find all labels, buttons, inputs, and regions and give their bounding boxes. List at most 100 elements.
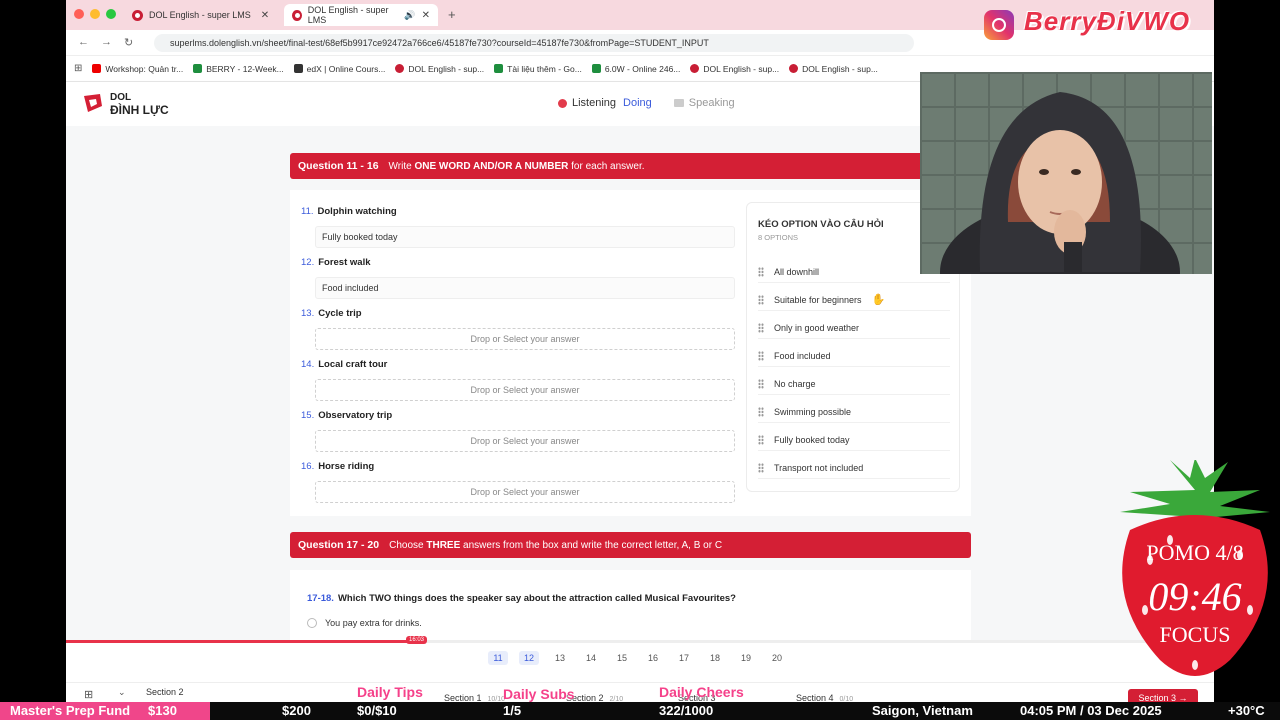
url-text: superlms.dolenglish.vn/sheet/final-test/… bbox=[170, 38, 709, 48]
weather-text: +30°C bbox=[1228, 703, 1265, 718]
progress-fill bbox=[66, 640, 411, 643]
nav-q16[interactable]: 16 bbox=[643, 651, 663, 665]
fund-label: Master's Prep Fund bbox=[10, 703, 131, 718]
nav-q13[interactable]: 13 bbox=[550, 651, 570, 665]
daily-tips-label: Daily Tips bbox=[357, 684, 423, 700]
dol-logo-text[interactable]: DOL ĐÌNH LỰC bbox=[110, 92, 169, 116]
grid-icon[interactable]: ⊞ bbox=[84, 688, 93, 701]
question-12: 12. Forest walk Food included bbox=[301, 257, 735, 299]
speaker-icon[interactable]: 🔊 bbox=[404, 10, 415, 21]
option-item[interactable]: Suitable for beginners ✋ bbox=[758, 289, 950, 311]
option-item[interactable]: Only in good weather bbox=[758, 317, 950, 339]
answer-slot-14[interactable]: Drop or Select your answer bbox=[315, 379, 735, 401]
url-input[interactable]: superlms.dolenglish.vn/sheet/final-test/… bbox=[154, 34, 914, 52]
stream-ticker: Master's Prep Fund $130 $200 $0/$10 1/5 … bbox=[0, 702, 1280, 720]
bookmark-8[interactable]: DOL English - sup... bbox=[789, 64, 878, 74]
nav-q18[interactable]: 18 bbox=[705, 651, 725, 665]
mode-listening[interactable]: Listening Doing bbox=[558, 97, 652, 109]
daily-subs-value: 1/5 bbox=[503, 703, 522, 718]
question-14: 14. Local craft tour Drop or Select your … bbox=[301, 359, 735, 401]
chat-bubble-icon bbox=[673, 99, 684, 107]
webcam-feed bbox=[920, 72, 1212, 274]
section-title: Question 17 - 20 bbox=[298, 539, 380, 551]
record-dot-icon bbox=[558, 98, 567, 108]
pomodoro-strawberry-widget: POMO 4/8 09:46 FOCUS bbox=[1120, 460, 1270, 676]
question-16: 16. Horse riding Drop or Select your answ… bbox=[301, 461, 735, 503]
question-nav: 11 12 13 14 15 16 17 18 19 20 bbox=[488, 651, 787, 665]
nav-q11[interactable]: 11 bbox=[488, 651, 508, 665]
section-header-11-16: Question 11 - 16 Write ONE WORD AND/OR A… bbox=[290, 153, 971, 179]
drag-handle-icon bbox=[758, 378, 764, 389]
nav-q12[interactable]: 12 bbox=[519, 651, 539, 665]
logo-line2: ĐÌNH LỰC bbox=[110, 103, 169, 117]
skill-modes: Listening Doing Speaking bbox=[558, 97, 735, 109]
nav-q19[interactable]: 19 bbox=[736, 651, 756, 665]
drag-handle-icon bbox=[758, 266, 764, 277]
section-instructions: Choose THREE answers from the box and wr… bbox=[389, 539, 723, 551]
nav-q17[interactable]: 17 bbox=[674, 651, 694, 665]
answer-slot-11[interactable]: Fully booked today bbox=[315, 226, 735, 248]
answer-slot-13[interactable]: Drop or Select your answer bbox=[315, 328, 735, 350]
back-icon[interactable]: ← bbox=[78, 36, 89, 48]
minimize-window-button[interactable] bbox=[90, 9, 100, 19]
drag-handle-icon bbox=[758, 434, 764, 445]
choice-option[interactable]: You pay extra for drinks. bbox=[307, 618, 422, 628]
question-13: 13. Cycle trip Drop or Select your answer bbox=[301, 308, 735, 350]
location-text: Saigon, Vietnam bbox=[872, 703, 973, 718]
svg-text:POMO 4/8: POMO 4/8 bbox=[1146, 540, 1243, 565]
new-tab-button[interactable]: + bbox=[448, 7, 456, 22]
tab-1[interactable]: DOL English - super LMS ✕ bbox=[124, 4, 280, 26]
close-window-button[interactable] bbox=[74, 9, 84, 19]
forward-icon[interactable]: → bbox=[101, 36, 112, 48]
option-item[interactable]: Transport not included bbox=[758, 457, 950, 479]
time-text: 04:05 PM / 03 Dec 2025 bbox=[1020, 703, 1162, 718]
fund-value: $130 bbox=[148, 703, 177, 718]
window-controls[interactable] bbox=[74, 9, 116, 19]
apps-grid-icon[interactable]: ⊞ bbox=[74, 63, 82, 74]
reload-icon[interactable]: ↻ bbox=[124, 36, 133, 49]
close-tab-icon[interactable]: ✕ bbox=[422, 10, 430, 21]
answer-slot-16[interactable]: Drop or Select your answer bbox=[315, 481, 735, 503]
time-progress-bar bbox=[66, 640, 1214, 643]
option-item[interactable]: Fully booked today bbox=[758, 429, 950, 451]
chevron-down-icon[interactable]: ⌄ bbox=[118, 687, 126, 698]
option-item[interactable]: Food included bbox=[758, 345, 950, 367]
instagram-icon bbox=[984, 10, 1014, 40]
nav-q14[interactable]: 14 bbox=[581, 651, 601, 665]
svg-text:09:46: 09:46 bbox=[1148, 574, 1241, 619]
bookmark-2[interactable]: BERRY - 12-Week... bbox=[193, 64, 284, 74]
drag-handle-icon bbox=[758, 462, 764, 473]
daily-subs-label: Daily Subs bbox=[503, 686, 575, 702]
question-15: 15. Observatory trip Drop or Select your … bbox=[301, 410, 735, 452]
question-11: 11. Dolphin watching Fully booked today bbox=[301, 206, 735, 248]
maximize-window-button[interactable] bbox=[106, 9, 116, 19]
bookmark-3[interactable]: edX | Online Cours... bbox=[293, 64, 385, 74]
section-instructions: Write ONE WORD AND/OR A NUMBER for each … bbox=[388, 160, 645, 172]
answer-slot-15[interactable]: Drop or Select your answer bbox=[315, 430, 735, 452]
tab-2-label: DOL English - super LMS bbox=[307, 5, 389, 25]
streamer-handle: BerryĐiVWO bbox=[1024, 6, 1191, 36]
current-section-label: Section 2 bbox=[146, 687, 184, 697]
dol-logo-icon bbox=[84, 94, 102, 112]
bookmark-6[interactable]: 6.0W - Online 246... bbox=[591, 64, 680, 74]
nav-q20[interactable]: 20 bbox=[767, 651, 787, 665]
drag-handle-icon bbox=[758, 294, 764, 305]
checkbox-icon bbox=[307, 618, 317, 628]
answer-slot-12[interactable]: Food included bbox=[315, 277, 735, 299]
tab-2[interactable]: DOL English - super LMS 🔊 ✕ bbox=[284, 4, 438, 26]
tab-1-label: DOL English - super LMS bbox=[149, 10, 251, 20]
nav-q15[interactable]: 15 bbox=[612, 651, 632, 665]
section-title: Question 11 - 16 bbox=[298, 160, 379, 172]
option-item[interactable]: Swimming possible bbox=[758, 401, 950, 423]
bookmark-7[interactable]: DOL English - sup... bbox=[690, 64, 779, 74]
dol-favicon-icon bbox=[292, 9, 302, 21]
bookmark-5[interactable]: Tài liệu thêm - Go... bbox=[494, 64, 582, 74]
bookmark-1[interactable]: Workshop: Quản tr... bbox=[92, 64, 183, 74]
option-item[interactable]: No charge bbox=[758, 373, 950, 395]
section-header-17-20: Question 17 - 20 Choose THREE answers fr… bbox=[290, 532, 971, 558]
bookmark-4[interactable]: DOL English - sup... bbox=[395, 64, 484, 74]
close-tab-icon[interactable]: ✕ bbox=[261, 10, 269, 21]
webcam-person-image bbox=[940, 92, 1180, 274]
mode-speaking[interactable]: Speaking bbox=[673, 97, 735, 109]
daily-cheers-value: 322/1000 bbox=[659, 703, 714, 718]
